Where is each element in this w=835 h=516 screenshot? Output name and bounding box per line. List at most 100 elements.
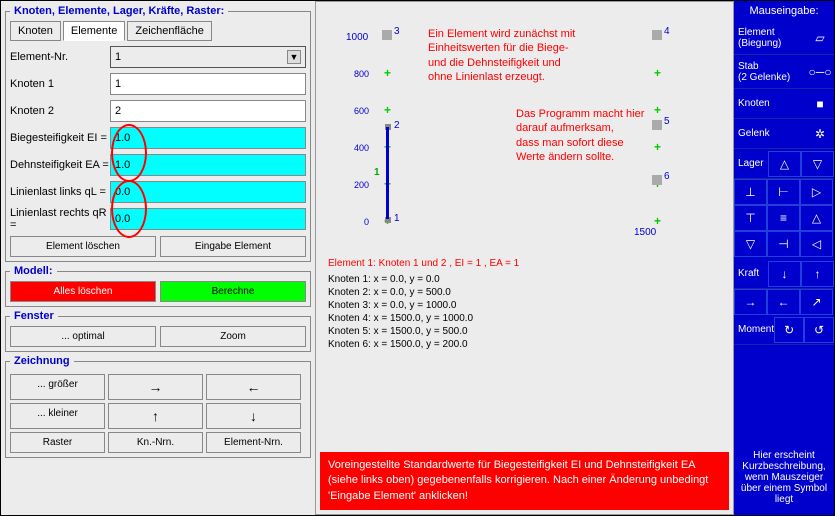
gelenk-icon: ✲ (806, 127, 834, 141)
arrow-up-button[interactable]: ↑ (108, 403, 203, 429)
label-ea: Dehnsteifigkeit EA = (10, 159, 110, 171)
lager-type1-icon[interactable]: △ (768, 151, 801, 177)
label-element-nr: Element-Nr. (10, 51, 110, 63)
knoten-marker-4 (652, 30, 662, 40)
tool-moment-label: Moment (734, 324, 774, 335)
warning-box: Voreingestellte Standardwerte für Bieges… (320, 452, 729, 510)
knot-numbers-button[interactable]: Kn.-Nrn. (108, 432, 203, 453)
knoten-info-list: Knoten 1: x = 0.0, y = 0.0Knoten 2: x = … (316, 273, 733, 351)
knoten-marker-5 (652, 120, 662, 130)
chevron-down-icon: ▼ (287, 50, 301, 64)
annotation-circle-ql-qr (111, 180, 147, 238)
select-element-nr[interactable]: 1 ▼ (110, 46, 306, 68)
lager-icon[interactable]: ⊥ (734, 179, 767, 205)
input-element-button[interactable]: Eingabe Element (160, 236, 306, 257)
mouse-input-palette: Mauseingabe: Element (Biegung) ▱ Stab (2… (734, 1, 834, 515)
tool-element[interactable]: Element (Biegung) ▱ (734, 21, 834, 55)
lager-grid: ⊥ ⊢ ▷ ⊤ ≡ △ ▽ ⊣ ◁ (734, 179, 834, 257)
grid-plus-icon: + (384, 103, 391, 117)
lager-icon[interactable]: ◁ (800, 231, 833, 257)
knoten-marker-3 (382, 30, 392, 40)
tool-gelenk-label: Gelenk (734, 128, 806, 139)
knoten-info-line: Knoten 1: x = 0.0, y = 0.0 (316, 273, 733, 286)
delete-element-button[interactable]: Element löschen (10, 236, 156, 257)
grid-plus-icon: + (654, 103, 661, 117)
knoten-info-line: Knoten 5: x = 1500.0, y = 500.0 (316, 325, 733, 338)
ytick-400: 400 (354, 143, 369, 153)
kraft-icon[interactable]: ↓ (768, 261, 801, 287)
input-knoten2[interactable] (110, 100, 306, 122)
tab-zeichenflaeche[interactable]: Zeichenfläche (127, 21, 212, 41)
element-line-1 (386, 127, 389, 219)
lager-icon[interactable]: ⊣ (767, 231, 800, 257)
tool-element-label: Element (Biegung) (734, 27, 806, 49)
tool-knoten[interactable]: Knoten ■ (734, 89, 834, 119)
palette-title: Mauseingabe: (734, 1, 834, 21)
knoten-label-5: 5 (664, 116, 670, 127)
knoten-info-line: Knoten 3: x = 0.0, y = 1000.0 (316, 299, 733, 312)
tool-lager-label: Lager (734, 158, 768, 169)
select-element-nr-value: 1 (115, 51, 121, 63)
label-ql: Linienlast links qL = (10, 186, 110, 198)
arrow-left-button[interactable]: ← (206, 374, 301, 400)
moment-cw-icon[interactable]: ↻ (774, 317, 804, 343)
tab-knoten[interactable]: Knoten (10, 21, 61, 41)
zoom-button[interactable]: Zoom (160, 326, 306, 347)
element-label-1: 1 (374, 167, 380, 178)
model-legend: Modell: (10, 265, 57, 277)
label-qr: Linienlast rechts qR = (10, 207, 110, 231)
model-fieldset: Modell: Alles löschen Berechne (5, 265, 311, 307)
knoten-label-1: 1 (394, 213, 400, 224)
ytick-0: 0 (364, 217, 369, 227)
drawing-legend: Zeichnung (10, 355, 74, 367)
knoten-info-line: Knoten 6: x = 1500.0, y = 200.0 (316, 338, 733, 351)
lager-icon[interactable]: ≡ (767, 205, 800, 231)
main-legend: Knoten, Elemente, Lager, Kräfte, Raster: (10, 5, 228, 17)
ytick-800: 800 (354, 69, 369, 79)
element-beam-icon: ▱ (806, 31, 834, 45)
lager-icon[interactable]: ⊢ (767, 179, 800, 205)
knoten-info-line: Knoten 2: x = 0.0, y = 500.0 (316, 286, 733, 299)
knoten-marker-6 (652, 175, 662, 185)
knoten-label-4: 4 (664, 26, 670, 37)
tool-kraft-label: Kraft (734, 268, 768, 279)
lager-icon[interactable]: ▽ (734, 231, 767, 257)
element-info-title: Element 1: Knoten 1 und 2 , EI = 1 , EA … (316, 252, 733, 273)
tool-gelenk[interactable]: Gelenk ✲ (734, 119, 834, 149)
annotation-text-1: Ein Element wird zunächst mit Einheitswe… (428, 27, 575, 84)
arrow-down-button[interactable]: ↓ (206, 403, 301, 429)
kraft-icon[interactable]: ↑ (801, 261, 834, 287)
compute-button[interactable]: Berechne (160, 281, 306, 302)
tool-moment-row: Moment ↻ ↺ (734, 315, 834, 345)
label-knoten1: Knoten 1 (10, 78, 110, 90)
window-legend: Fenster (10, 310, 58, 322)
knoten-label-2: 2 (394, 120, 400, 131)
smaller-button[interactable]: ... kleiner (10, 403, 105, 429)
tab-elemente[interactable]: Elemente (63, 21, 125, 41)
element-numbers-button[interactable]: Element-Nrn. (206, 432, 301, 453)
knoten-info-line: Knoten 4: x = 1500.0, y = 1000.0 (316, 312, 733, 325)
tool-knoten-label: Knoten (734, 98, 806, 109)
lager-icon[interactable]: △ (800, 205, 833, 231)
lager-type2-icon[interactable]: ▽ (801, 151, 834, 177)
delete-all-button[interactable]: Alles löschen (10, 281, 156, 302)
tool-stab-label: Stab (2 Gelenke) (734, 61, 806, 83)
main-fieldset: Knoten, Elemente, Lager, Kräfte, Raster:… (5, 5, 311, 262)
canvas-area[interactable]: 1000 800 600 400 200 0 1500 + + + + + + … (315, 1, 734, 515)
kraft-icon[interactable]: ↗ (800, 289, 833, 315)
optimal-button[interactable]: ... optimal (10, 326, 156, 347)
grid-plus-icon: + (654, 140, 661, 154)
bigger-button[interactable]: ... größer (10, 374, 105, 400)
kraft-icon[interactable]: ← (767, 289, 800, 315)
raster-button[interactable]: Raster (10, 432, 105, 453)
lager-icon[interactable]: ▷ (800, 179, 833, 205)
lager-icon[interactable]: ⊤ (734, 205, 767, 231)
label-knoten2: Knoten 2 (10, 105, 110, 117)
arrow-right-button[interactable]: → (108, 374, 203, 400)
moment-ccw-icon[interactable]: ↺ (804, 317, 834, 343)
label-ei: Biegesteifigkeit EI = (10, 132, 110, 144)
kraft-icon[interactable]: → (734, 289, 767, 315)
tool-stab[interactable]: Stab (2 Gelenke) ○─○ (734, 55, 834, 89)
input-knoten1[interactable] (110, 73, 306, 95)
grid-plus-icon: + (654, 66, 661, 80)
